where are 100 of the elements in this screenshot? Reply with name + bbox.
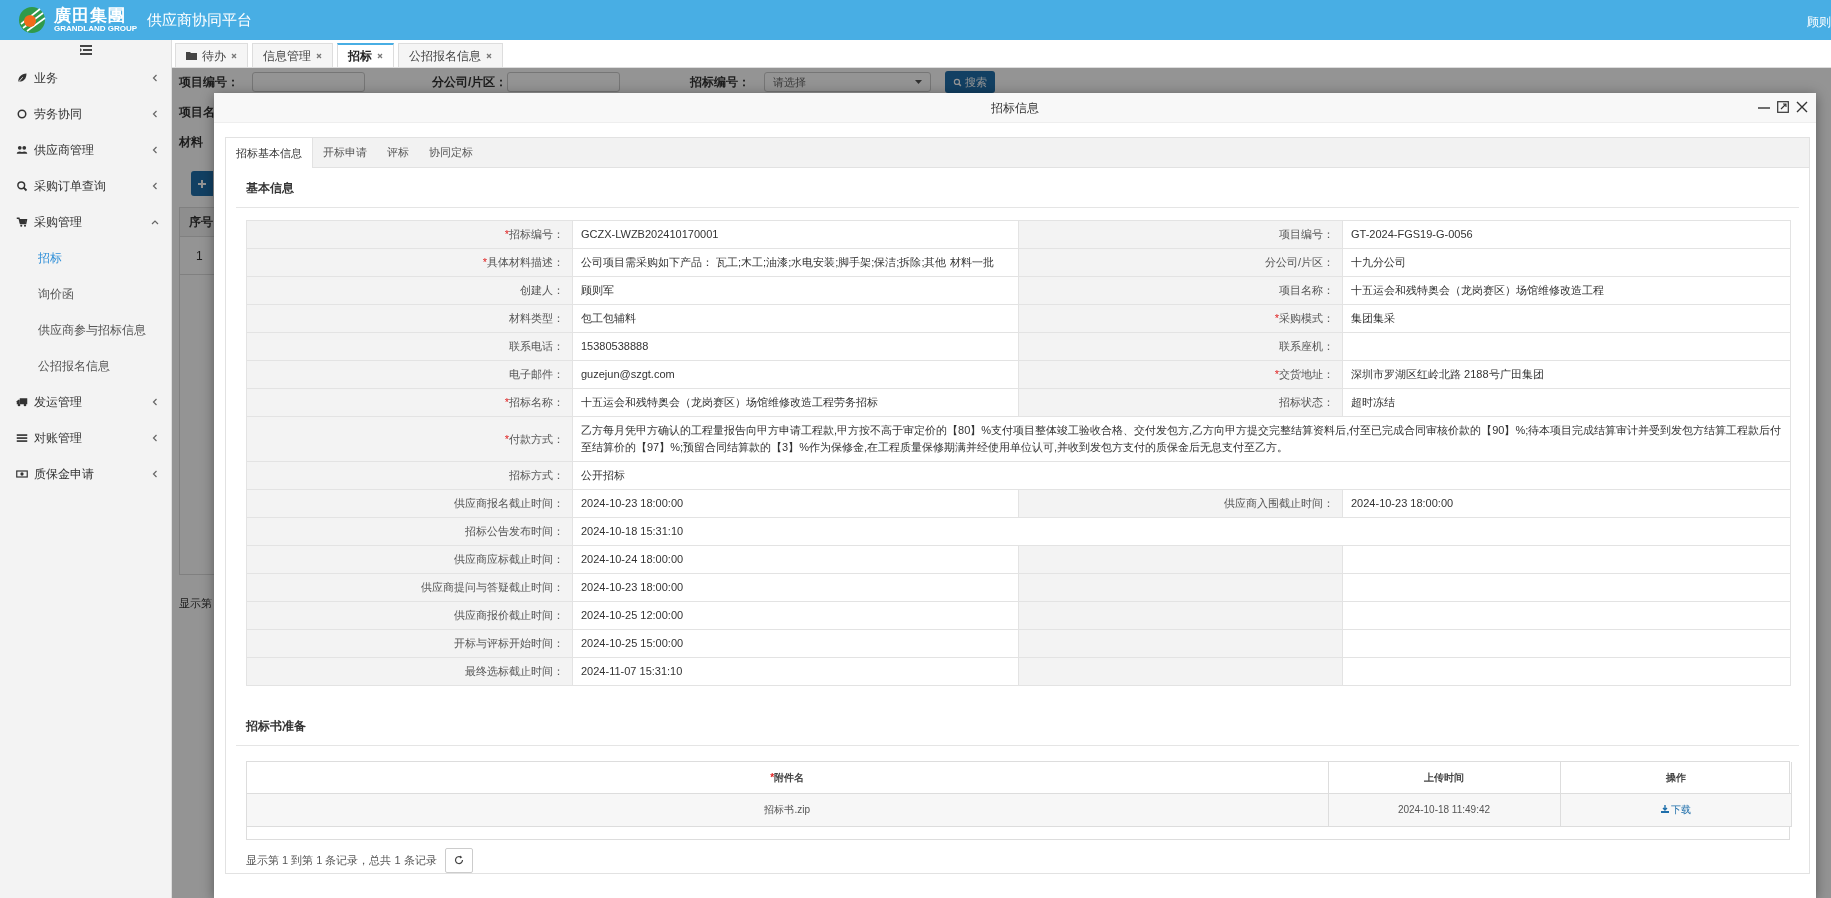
field-label: 创建人： bbox=[246, 276, 573, 305]
field-value: 公开招标 bbox=[572, 461, 1791, 490]
field-value: 2024-10-18 15:31:10 bbox=[572, 517, 1791, 546]
app-title: 供应商协同平台 bbox=[147, 9, 253, 30]
chevron-left-icon[interactable] bbox=[151, 434, 159, 442]
sidebar-item[interactable]: 发运管理 bbox=[0, 384, 171, 420]
field-value: 十五运会和残特奥会（龙岗赛区）场馆维修改造工程 bbox=[1342, 276, 1791, 305]
sidebar-subitem[interactable]: 询价函 bbox=[0, 276, 171, 312]
sidebar-subitem[interactable]: 公招报名信息 bbox=[0, 348, 171, 384]
field-value: 十五运会和残特奥会（龙岗赛区）场馆维修改造工程劳务招标 bbox=[572, 388, 1019, 417]
sidebar-item[interactable]: 采购管理 bbox=[0, 204, 171, 240]
field-value: guzejun@szgt.com bbox=[572, 360, 1019, 389]
sidebar-subitem[interactable]: 供应商参与招标信息 bbox=[0, 312, 171, 348]
page-tab[interactable]: 信息管理 bbox=[252, 43, 333, 67]
field-value: 深圳市罗湖区红岭北路 2188号广田集团 bbox=[1342, 360, 1791, 389]
field-label: 供应商入围截止时间： bbox=[1018, 489, 1343, 518]
field-value: 顾则军 bbox=[572, 276, 1019, 305]
sidebar-item[interactable]: 业务 bbox=[0, 60, 171, 96]
field-value: 十九分公司 bbox=[1342, 248, 1791, 277]
input-field[interactable] bbox=[507, 72, 620, 92]
field-value: 2024-10-23 18:00:00 bbox=[572, 573, 1019, 602]
tab[interactable]: 招标基本信息 bbox=[226, 138, 313, 168]
search-icon bbox=[953, 77, 962, 87]
field-label: 供应商提问与答疑截止时间： bbox=[246, 573, 573, 602]
logo-icon bbox=[18, 6, 46, 34]
field-label: 分公司/片区： bbox=[1018, 248, 1343, 277]
column-header: 操作 bbox=[1560, 762, 1791, 793]
section-title: 招标书准备 bbox=[236, 706, 1799, 746]
chevron-left-icon[interactable] bbox=[151, 182, 159, 190]
input-field[interactable] bbox=[252, 72, 365, 92]
field-label: 材料类型： bbox=[246, 304, 573, 333]
field-label: 项目名称： bbox=[1018, 276, 1343, 305]
download-link[interactable]: 下载 bbox=[1660, 801, 1691, 817]
chevron-left-icon[interactable] bbox=[151, 146, 159, 154]
sidebar-item[interactable]: 对账管理 bbox=[0, 420, 171, 456]
search-icon bbox=[16, 180, 28, 192]
table-cell: 招标书.zip bbox=[247, 793, 1328, 826]
chevron-left-icon[interactable] bbox=[151, 74, 159, 82]
field-label: 项目编号： bbox=[179, 74, 240, 91]
search-button[interactable]: 搜索 bbox=[945, 71, 995, 93]
select-field[interactable]: 请选择 bbox=[764, 72, 931, 92]
field-label: *付款方式： bbox=[246, 416, 573, 462]
field-label: *招标编号： bbox=[246, 220, 573, 249]
menu-icon[interactable] bbox=[79, 45, 92, 55]
field-value: 2024-11-07 15:31:10 bbox=[572, 657, 1019, 686]
field-label: 供应商应标截止时间： bbox=[246, 545, 573, 574]
people-icon bbox=[16, 144, 28, 156]
truck-icon bbox=[16, 396, 28, 408]
dialog-title: 招标信息 bbox=[991, 99, 1039, 117]
page-tab[interactable]: 待办 bbox=[175, 43, 248, 67]
add-button[interactable] bbox=[191, 171, 213, 196]
field-value: 2024-10-25 15:00:00 bbox=[572, 629, 1019, 658]
folder-icon bbox=[186, 51, 197, 60]
field-label: 招标状态： bbox=[1018, 388, 1343, 417]
field-label: 联系座机： bbox=[1018, 332, 1343, 361]
field-value: 包工包辅料 bbox=[572, 304, 1019, 333]
field-label: 开标与评标开始时间： bbox=[246, 629, 573, 658]
field-label: *交货地址： bbox=[1018, 360, 1343, 389]
chevron-left-icon[interactable] bbox=[151, 470, 159, 478]
tab[interactable]: 开标申请 bbox=[313, 138, 377, 167]
column-header: 上传时间 bbox=[1328, 762, 1560, 793]
field-value: 集团集采 bbox=[1342, 304, 1791, 333]
field-label: 分公司/片区： bbox=[432, 74, 507, 91]
pagination-text: 显示第 bbox=[179, 596, 212, 611]
field-label: 供应商报名截止时间： bbox=[246, 489, 573, 518]
chevron-left-icon[interactable] bbox=[151, 110, 159, 118]
plus-icon bbox=[198, 179, 206, 188]
field-label: 供应商报价截止时间： bbox=[246, 601, 573, 630]
page-tab[interactable]: 招标 bbox=[337, 43, 394, 67]
close-icon[interactable] bbox=[1796, 101, 1808, 113]
circle-icon bbox=[16, 108, 28, 120]
sidebar-item[interactable]: 供应商管理 bbox=[0, 132, 171, 168]
sidebar-item[interactable]: 质保金申请 bbox=[0, 456, 171, 492]
page-tab[interactable]: 公招报名信息 bbox=[398, 43, 503, 67]
sidebar-item[interactable]: 劳务协同 bbox=[0, 96, 171, 132]
chevron-left-icon[interactable] bbox=[151, 398, 159, 406]
field-label: *采购模式： bbox=[1018, 304, 1343, 333]
field-value: 2024-10-25 12:00:00 bbox=[572, 601, 1019, 630]
field-label: 材料 bbox=[179, 134, 203, 151]
sidebar-item[interactable]: 采购订单查询 bbox=[0, 168, 171, 204]
column-header: *附件名 bbox=[247, 762, 1328, 793]
chevron-up-icon[interactable] bbox=[151, 218, 159, 226]
field-label: 电子邮件： bbox=[246, 360, 573, 389]
field-label: *招标名称： bbox=[246, 388, 573, 417]
field-value: 2024-10-23 18:00:00 bbox=[572, 489, 1019, 518]
tab[interactable]: 协同定标 bbox=[419, 138, 483, 167]
field-label: 项目编号： bbox=[1018, 220, 1343, 249]
field-value: 2024-10-23 18:00:00 bbox=[1342, 489, 1791, 518]
tab[interactable]: 评标 bbox=[377, 138, 419, 167]
refresh-icon bbox=[453, 855, 464, 865]
caret-icon bbox=[915, 80, 922, 84]
field-value: 2024-10-24 18:00:00 bbox=[572, 545, 1019, 574]
refresh-button[interactable] bbox=[444, 847, 473, 873]
field-label: 招标公告发布时间： bbox=[246, 517, 573, 546]
list-icon bbox=[16, 432, 28, 444]
maximize-icon[interactable] bbox=[1777, 101, 1789, 113]
pagination-text: 显示第 1 到第 1 条记录，总共 1 条记录 bbox=[246, 852, 437, 868]
leaf-icon bbox=[16, 72, 28, 84]
download-icon bbox=[1660, 805, 1669, 814]
field-label: 最终选标截止时间： bbox=[246, 657, 573, 686]
